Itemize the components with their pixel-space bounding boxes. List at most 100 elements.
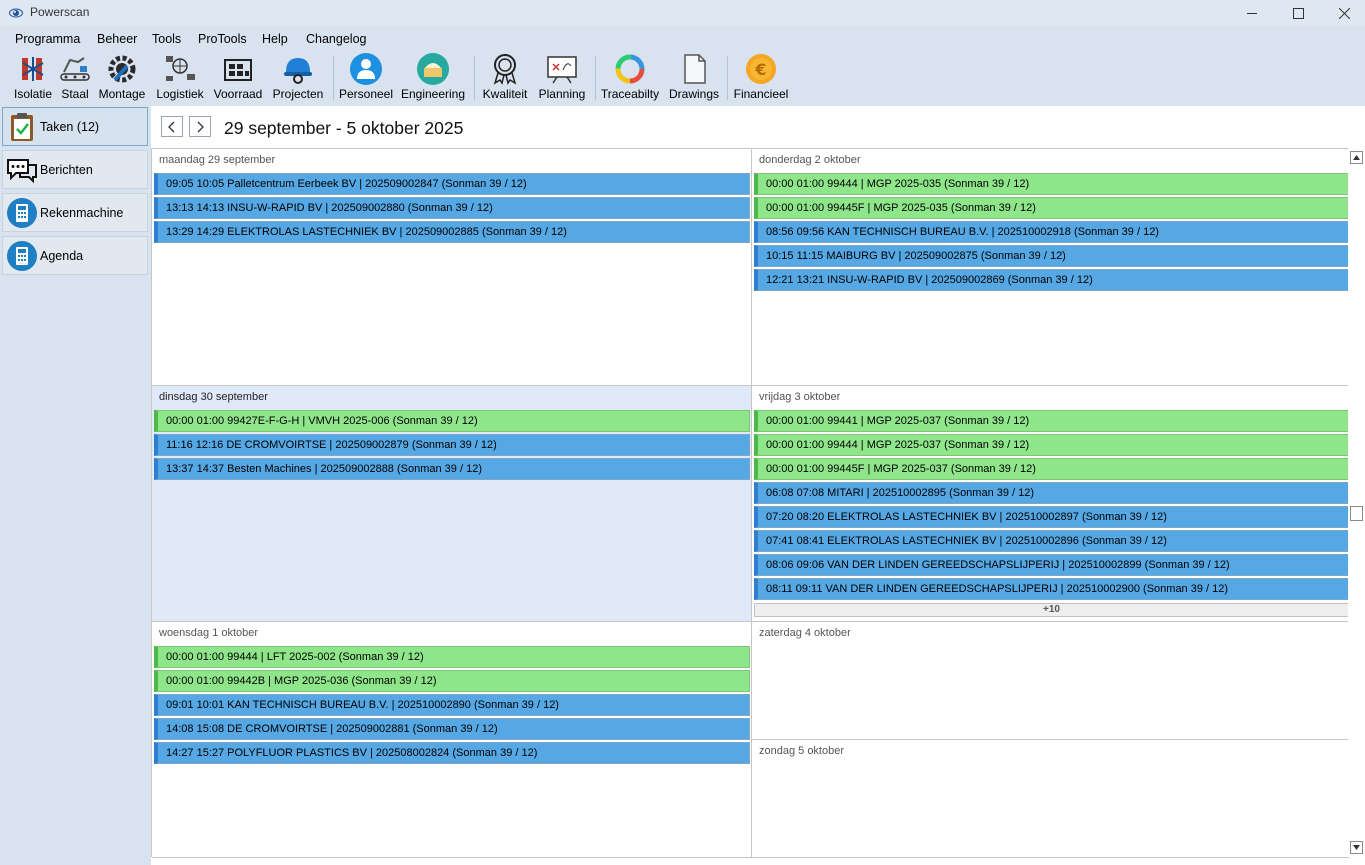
toolbar-label: Drawings <box>668 87 719 101</box>
day-thursday[interactable]: donderdag 2 oktober 00:00 01:00 99444 | … <box>752 149 1349 386</box>
scroll-down-arrow[interactable] <box>1350 841 1363 854</box>
calendar-event[interactable]: 14:08 15:08 DE CROMVOIRTSE | 20250900288… <box>154 718 750 740</box>
toolbar-engineering-button[interactable]: Engineering <box>400 52 466 102</box>
next-week-button[interactable] <box>189 116 211 137</box>
euro-coin-icon: € <box>746 54 776 84</box>
toolbar-label: Financieel <box>733 87 789 101</box>
calendar-event[interactable]: 00:00 01:00 99441 | MGP 2025-037 (Sonman… <box>754 410 1348 432</box>
day-label: donderdag 2 oktober <box>759 154 861 166</box>
scroll-up-arrow[interactable] <box>1350 151 1363 164</box>
triangle-down-icon <box>1353 845 1360 850</box>
menu-bar: Programma Beheer Tools ProTools Help Cha… <box>0 29 1365 49</box>
prev-week-button[interactable] <box>161 116 183 137</box>
app-logo-icon <box>9 8 23 18</box>
toolbar-label: Planning <box>538 87 586 101</box>
nav-berichten[interactable]: Berichten <box>2 150 148 189</box>
calendar-event[interactable]: 00:00 01:00 99427E-F-G-H | VMVH 2025-006… <box>154 410 750 432</box>
calendar-event[interactable]: 00:00 01:00 99442B | MGP 2025-036 (Sonma… <box>154 670 750 692</box>
nav-label: Taken (12) <box>40 120 100 134</box>
calendar-event[interactable]: 00:00 01:00 99445F | MGP 2025-035 (Sonma… <box>754 197 1348 219</box>
logistics-icon <box>166 56 195 81</box>
snowflake-icon <box>22 57 44 81</box>
calendar-event[interactable]: 09:05 10:05 Palletcentrum Eerbeek BV | 2… <box>154 173 750 195</box>
title-bar: Powerscan <box>0 0 1365 26</box>
day-saturday[interactable]: zaterdag 4 oktober <box>752 622 1349 740</box>
document-icon <box>684 54 706 84</box>
toolbar-financieel-button[interactable]: € Financieel <box>733 52 789 102</box>
person-icon <box>350 53 382 85</box>
toolbar-montage-button[interactable]: Montage <box>97 52 147 102</box>
toolbar-label: Projecten <box>272 87 324 101</box>
calendar-event[interactable]: 00:00 01:00 99444 | LFT 2025-002 (Sonman… <box>154 646 750 668</box>
calendar-event[interactable]: 08:06 09:06 VAN DER LINDEN GEREEDSCHAPSL… <box>754 554 1348 576</box>
calendar-event[interactable]: 00:00 01:00 99444 | MGP 2025-035 (Sonman… <box>754 173 1348 195</box>
chat-bubbles-icon <box>7 159 37 184</box>
nav-rekenmachine[interactable]: Rekenmachine <box>2 193 148 232</box>
minimize-button[interactable] <box>1229 0 1275 26</box>
toolbar-label: Voorraad <box>213 87 263 101</box>
menu-tools[interactable]: Tools <box>152 32 181 46</box>
toolbar-separator <box>595 56 596 100</box>
calendar-event[interactable]: 12:21 13:21 INSU-W-RAPID BV | 2025090028… <box>754 269 1348 291</box>
nav-taken[interactable]: Taken (12) <box>2 107 148 146</box>
triangle-up-icon <box>1353 155 1360 160</box>
conveyor-icon <box>60 57 90 81</box>
calendar-event[interactable]: 09:01 10:01 KAN TECHNISCH BUREAU B.V. | … <box>154 694 750 716</box>
wrench-gear-icon <box>108 55 136 83</box>
day-monday[interactable]: maandag 29 september 09:05 10:05 Palletc… <box>152 149 752 386</box>
day-wednesday[interactable]: woensdag 1 oktober 00:00 01:00 99444 | L… <box>152 622 752 858</box>
toolbar-staal-button[interactable]: Staal <box>57 52 93 102</box>
toolbar-separator <box>333 56 334 100</box>
calendar-event[interactable]: 08:56 09:56 KAN TECHNISCH BUREAU B.V. | … <box>754 221 1348 243</box>
close-button[interactable] <box>1321 0 1365 26</box>
toolbar-traceabilty-button[interactable]: Traceabilty <box>600 52 660 102</box>
toolbar-planning-button[interactable]: Planning <box>536 52 588 102</box>
day-tuesday[interactable]: dinsdag 30 september 00:00 01:00 99427E-… <box>152 386 752 622</box>
menu-help[interactable]: Help <box>262 32 288 46</box>
calendar-event[interactable]: 06:08 07:08 MITARI | 202510002895 (Sonma… <box>754 482 1348 504</box>
clipboard-check-icon <box>11 113 33 141</box>
calendar-event[interactable]: 07:20 08:20 ELEKTROLAS LASTECHNIEK BV | … <box>754 506 1348 528</box>
toolbar-personeel-button[interactable]: Personeel <box>339 52 393 102</box>
toolbar-projecten-button[interactable]: Projecten <box>271 52 325 102</box>
menu-protools[interactable]: ProTools <box>198 32 247 46</box>
calendar-panel: 29 september - 5 oktober 2025 maandag 29… <box>151 106 1365 865</box>
maximize-button[interactable] <box>1275 0 1321 26</box>
nav-label: Agenda <box>40 249 84 263</box>
toolbar-kwaliteit-button[interactable]: Kwaliteit <box>480 52 530 102</box>
engineering-icon <box>417 53 449 85</box>
week-grid: maandag 29 september 09:05 10:05 Palletc… <box>151 148 1349 858</box>
nav-agenda[interactable]: Agenda <box>2 236 148 275</box>
menu-beheer[interactable]: Beheer <box>97 32 137 46</box>
minimize-icon <box>1246 12 1257 14</box>
day-sunday[interactable]: zondag 5 oktober <box>752 740 1349 858</box>
calendar-event[interactable]: 13:37 14:37 Besten Machines | 2025090028… <box>154 458 750 480</box>
nav-label: Berichten <box>40 163 93 177</box>
chevron-right-icon <box>197 121 204 132</box>
calendar-event[interactable]: 00:00 01:00 99444 | MGP 2025-037 (Sonman… <box>754 434 1348 456</box>
toolbar-isolatie-button[interactable]: Isolatie <box>13 52 53 102</box>
calendar-event[interactable]: 00:00 01:00 99445F | MGP 2025-037 (Sonma… <box>754 458 1348 480</box>
toolbar-drawings-button[interactable]: Drawings <box>668 52 720 102</box>
more-events-button[interactable]: +10 <box>754 603 1348 617</box>
calendar-event[interactable]: 13:29 14:29 ELEKTROLAS LASTECHNIEK BV | … <box>154 221 750 243</box>
calendar-event[interactable]: 11:16 12:16 DE CROMVOIRTSE | 20250900287… <box>154 434 750 456</box>
day-friday[interactable]: vrijdag 3 oktober 00:00 01:00 99441 | MG… <box>752 386 1349 622</box>
toolbar: Isolatie Staal Montage Logistiek Voorraa… <box>0 50 1365 104</box>
menu-changelog[interactable]: Changelog <box>306 32 366 46</box>
toolbar-logistiek-button[interactable]: Logistiek <box>155 52 205 102</box>
calendar-event[interactable]: 14:27 15:27 POLYFLUOR PLASTICS BV | 2025… <box>154 742 750 764</box>
toolbar-label: Logistiek <box>156 87 204 101</box>
calendar-event[interactable]: 07:41 08:41 ELEKTROLAS LASTECHNIEK BV | … <box>754 530 1348 552</box>
svg-text:€: € <box>754 60 766 79</box>
calendar-event[interactable]: 13:13 14:13 INSU-W-RAPID BV | 2025090028… <box>154 197 750 219</box>
day-label: maandag 29 september <box>159 154 276 166</box>
calendar-event[interactable]: 10:15 11:15 MAIBURG BV | 202509002875 (S… <box>754 245 1348 267</box>
menu-programma[interactable]: Programma <box>15 32 80 46</box>
toolbar-separator <box>727 56 728 100</box>
vertical-scrollbar[interactable] <box>1348 148 1365 857</box>
toolbar-voorraad-button[interactable]: Voorraad <box>213 52 263 102</box>
window-title: Powerscan <box>30 5 90 19</box>
calendar-event[interactable]: 08:11 09:11 VAN DER LINDEN GEREEDSCHAPSL… <box>754 578 1348 600</box>
scrollbar-thumb[interactable] <box>1350 506 1363 521</box>
